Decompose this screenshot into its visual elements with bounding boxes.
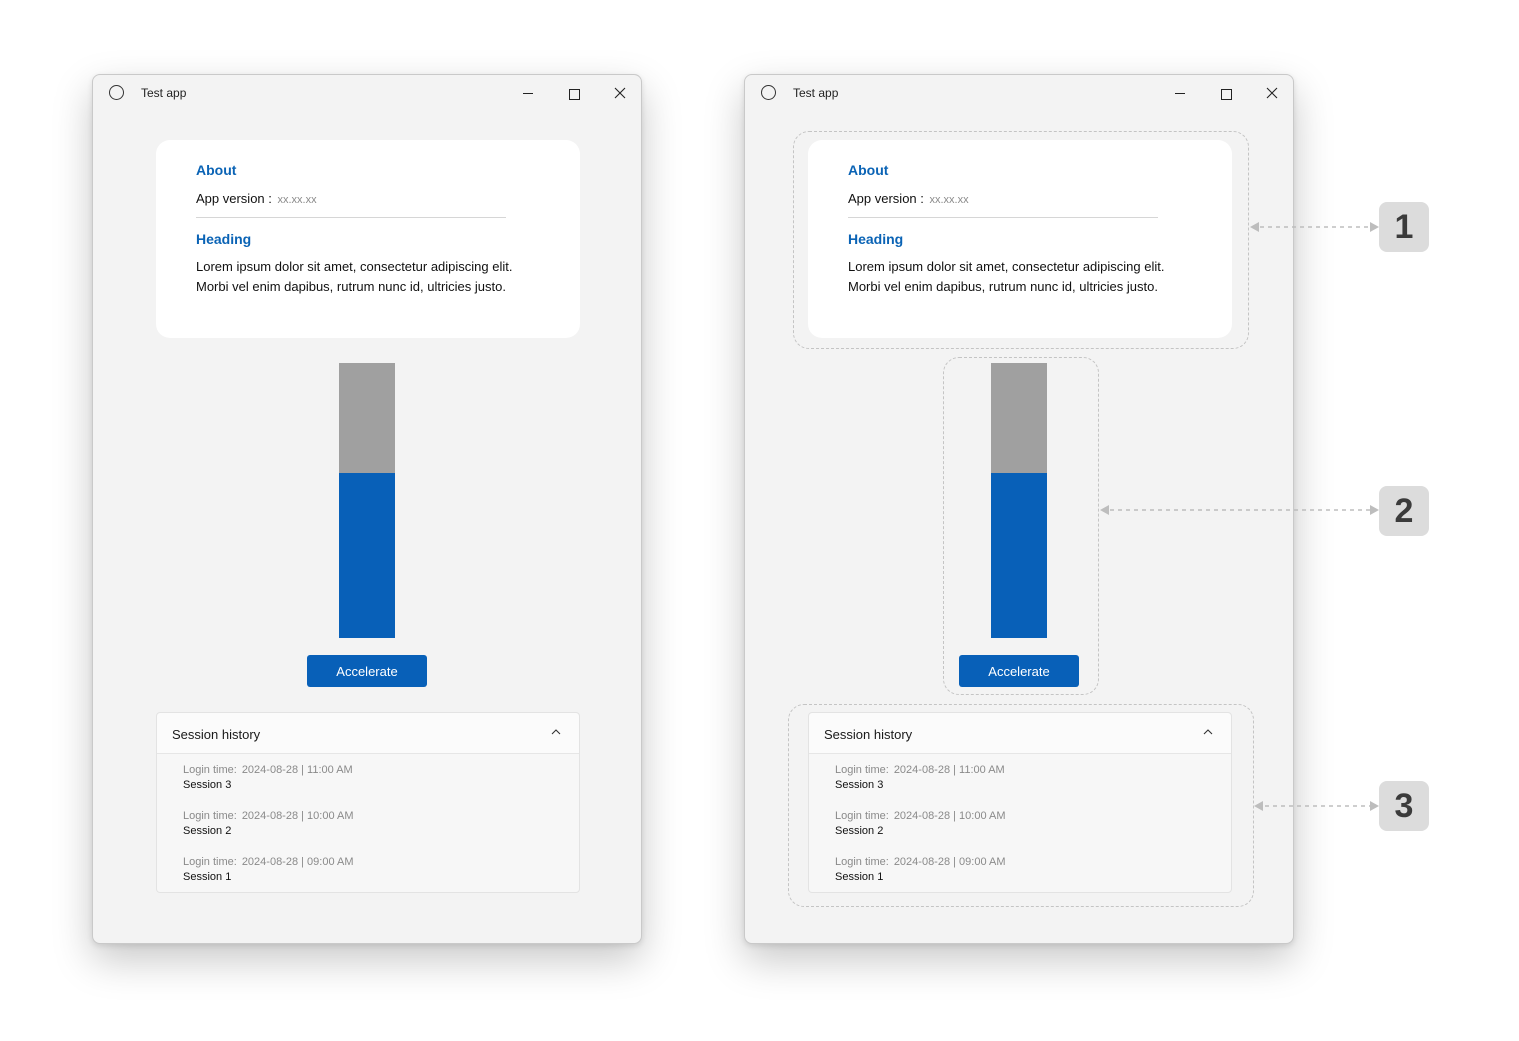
card-divider — [196, 217, 506, 218]
maximize-button[interactable] — [556, 79, 592, 109]
minimize-icon — [523, 93, 533, 94]
login-time: 2024-08-28 | 10:00 AM — [241, 810, 354, 822]
card-heading: Heading — [196, 231, 252, 247]
login-label: Login time: — [183, 856, 237, 868]
callout-badge-2: 2 — [1379, 486, 1429, 536]
list-item: Login time: 2024-08-28 | 11:00 AM Session… — [835, 764, 1005, 791]
gauge-fill — [339, 473, 395, 638]
window-title: Test app — [793, 86, 839, 100]
session-name: Session 1 — [835, 871, 884, 883]
minimize-button[interactable] — [510, 79, 546, 109]
app-version-value: xx.xx.xx — [929, 194, 969, 206]
close-button[interactable] — [1254, 79, 1290, 109]
accelerate-button[interactable]: Accelerate — [959, 655, 1079, 687]
minimize-button[interactable] — [1162, 79, 1198, 109]
minimize-icon — [1175, 93, 1185, 94]
login-time: 2024-08-28 | 11:00 AM — [241, 764, 353, 776]
login-time: 2024-08-28 | 10:00 AM — [893, 810, 1006, 822]
login-label: Login time: — [835, 856, 889, 868]
maximize-icon — [1221, 89, 1232, 100]
list-item: Login time: 2024-08-28 | 10:00 AM Session… — [835, 810, 1006, 837]
list-item: Login time: 2024-08-28 | 10:00 AM Session… — [183, 810, 354, 837]
session-history-header[interactable]: Session history — [809, 713, 1231, 754]
list-item: Login time: 2024-08-28 | 11:00 AM Session… — [183, 764, 353, 791]
gauge-fill — [991, 473, 1047, 638]
session-name: Session 1 — [183, 871, 232, 883]
list-item: Login time: 2024-08-28 | 09:00 AM Session… — [183, 856, 354, 883]
about-title: About — [196, 162, 237, 178]
title-bar: Test app — [745, 75, 1293, 113]
card-heading: Heading — [848, 231, 904, 247]
progress-gauge — [991, 363, 1047, 638]
login-label: Login time: — [835, 810, 889, 822]
app-circle-icon — [109, 85, 124, 100]
login-label: Login time: — [183, 810, 237, 822]
close-icon — [1266, 87, 1278, 99]
session-history-expander: Session history Login time: 2024-08-28 | … — [808, 712, 1232, 893]
chevron-up-icon[interactable] — [550, 727, 562, 737]
session-name: Session 2 — [835, 825, 884, 837]
login-time: 2024-08-28 | 09:00 AM — [893, 856, 1006, 868]
session-name: Session 3 — [183, 779, 232, 791]
card-body-text: Lorem ipsum dolor sit amet, consectetur … — [196, 259, 513, 294]
session-name: Session 3 — [835, 779, 884, 791]
card-divider — [848, 217, 1158, 218]
chevron-up-icon[interactable] — [1202, 727, 1214, 737]
list-item: Login time: 2024-08-28 | 09:00 AM Session… — [835, 856, 1006, 883]
about-card: About App version : xx.xx.xx Heading Lor… — [156, 140, 580, 338]
close-button[interactable] — [602, 79, 638, 109]
app-window-annotated: Test app About App version : xx.xx.xx He… — [744, 74, 1294, 944]
app-version-row: App version : xx.xx.xx — [196, 191, 317, 206]
session-history-expander: Session history Login time: 2024-08-28 | … — [156, 712, 580, 893]
maximize-icon — [569, 89, 580, 100]
app-window-plain: Test app About App version : xx.xx.xx He… — [92, 74, 642, 944]
about-card: About App version : xx.xx.xx Heading Lor… — [808, 140, 1232, 338]
close-icon — [614, 87, 626, 99]
window-title: Test app — [141, 86, 187, 100]
session-name: Session 2 — [183, 825, 232, 837]
title-bar: Test app — [93, 75, 641, 113]
about-title: About — [848, 162, 889, 178]
app-version-label: App version : — [196, 191, 272, 206]
login-time: 2024-08-28 | 11:00 AM — [893, 764, 1005, 776]
login-label: Login time: — [183, 764, 237, 776]
accelerate-button[interactable]: Accelerate — [307, 655, 427, 687]
login-label: Login time: — [835, 764, 889, 776]
card-body-text: Lorem ipsum dolor sit amet, consectetur … — [848, 259, 1165, 294]
session-history-header[interactable]: Session history — [157, 713, 579, 754]
callout-badge-1: 1 — [1379, 202, 1429, 252]
session-history-title: Session history — [824, 727, 913, 742]
app-version-value: xx.xx.xx — [277, 194, 317, 206]
app-version-row: App version : xx.xx.xx — [848, 191, 969, 206]
progress-gauge — [339, 363, 395, 638]
app-version-label: App version : — [848, 191, 924, 206]
app-circle-icon — [761, 85, 776, 100]
session-history-title: Session history — [172, 727, 261, 742]
maximize-button[interactable] — [1208, 79, 1244, 109]
callout-badge-3: 3 — [1379, 781, 1429, 831]
login-time: 2024-08-28 | 09:00 AM — [241, 856, 354, 868]
